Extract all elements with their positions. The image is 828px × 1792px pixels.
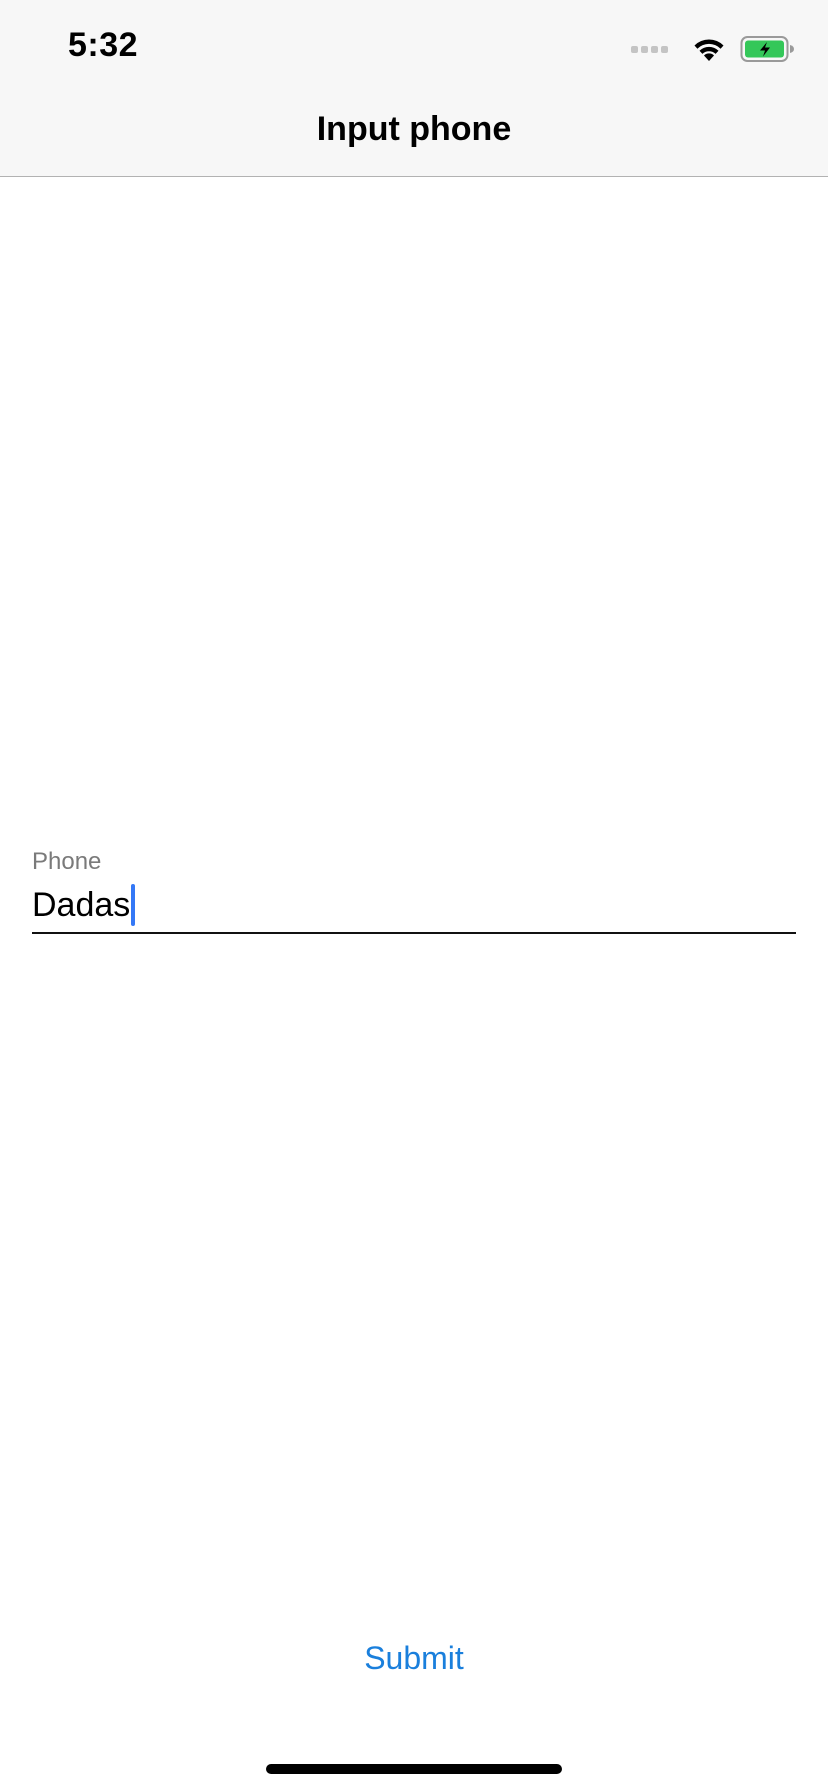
wifi-icon [694,39,724,61]
text-caret [131,884,136,926]
battery-charging-icon [740,36,794,62]
top-bar: 5:32 Input phone [0,0,828,177]
phone-field: Phone Dadas [32,848,796,934]
page-title: Input phone [316,110,512,148]
status-icons [631,34,796,64]
submit-button[interactable]: Submit [0,1640,828,1677]
phone-label: Phone [32,848,102,875]
cellular-signal-icon [631,45,668,53]
home-indicator[interactable] [266,1764,562,1774]
phone-input[interactable]: Dadas [32,878,796,934]
status-time: 5:32 [68,26,139,64]
phone-input-value: Dadas [32,886,131,924]
app-screen: 5:32 Input phone Phone Dadas Submit [0,0,828,1792]
